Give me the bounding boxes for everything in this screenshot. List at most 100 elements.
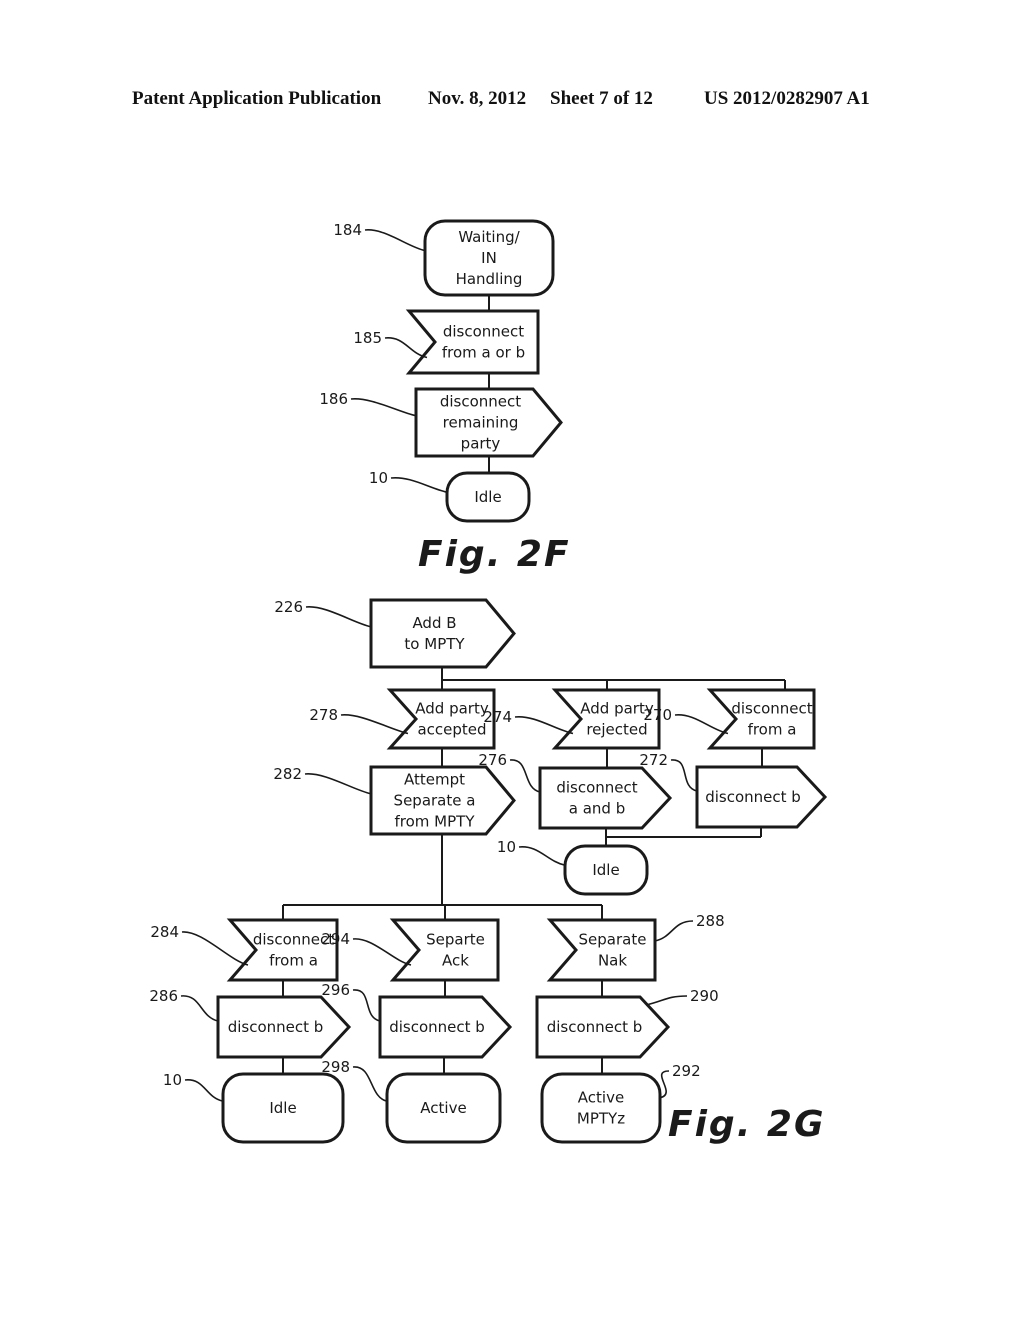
leader-line bbox=[180, 995, 219, 1022]
input-signal-box bbox=[226, 918, 339, 982]
leader-line bbox=[352, 1066, 388, 1102]
flowchart-diagram: Waiting/IN Handling 184 disconnect from a or… bbox=[149, 219, 828, 1145]
node-10-state: Idle 10 bbox=[369, 469, 531, 523]
node-label-line: Waiting/ bbox=[458, 228, 520, 246]
node-284-input: disconnectfrom a284 bbox=[150, 918, 339, 982]
reference-numeral: 272 bbox=[639, 751, 668, 769]
reference-numeral: 298 bbox=[321, 1058, 350, 1076]
leader-line bbox=[670, 759, 698, 792]
node-label-line: disconnect bbox=[443, 323, 524, 341]
output-signal-box bbox=[369, 598, 516, 669]
node-10-state: Idle 10 bbox=[497, 838, 649, 896]
leader-line bbox=[390, 477, 448, 493]
reference-numeral: 10 bbox=[163, 1071, 182, 1089]
node-label-line: Separate bbox=[579, 931, 647, 949]
node-286-output: disconnect b 286 bbox=[149, 987, 352, 1059]
node-label-line: disconnect b bbox=[705, 788, 801, 806]
node-label-line: Add party bbox=[415, 700, 489, 718]
reference-numeral: 290 bbox=[690, 987, 719, 1005]
node-label-line: remaining bbox=[443, 414, 519, 432]
leader-line bbox=[304, 773, 372, 795]
leader-line bbox=[509, 759, 541, 793]
node-label-line: from a bbox=[748, 721, 797, 739]
leader-line bbox=[654, 920, 694, 942]
leader-line bbox=[364, 229, 426, 252]
leader-line bbox=[352, 938, 412, 966]
reference-numeral: 226 bbox=[274, 598, 303, 616]
leader-line bbox=[514, 716, 574, 735]
node-185-input: disconnect from a or b 185 bbox=[353, 309, 540, 375]
figure-caption-2f: Fig. 2F bbox=[418, 534, 571, 575]
node-label-line: Handling bbox=[456, 270, 523, 288]
reference-numeral: 288 bbox=[696, 912, 725, 930]
node-label-line: Separate a bbox=[394, 792, 476, 810]
reference-numeral: 296 bbox=[321, 981, 350, 999]
input-signal-box bbox=[546, 918, 657, 982]
node-label-line: from a bbox=[269, 952, 318, 970]
node-296-output: disconnect b 296 bbox=[321, 981, 513, 1059]
node-270-input: disconnect from a 270 bbox=[643, 688, 816, 750]
node-label-line: rejected bbox=[586, 721, 647, 739]
reference-numeral: 278 bbox=[309, 706, 338, 724]
node-label-line: IN bbox=[481, 249, 497, 267]
node-226-output: Add B to MPTY 226 bbox=[274, 598, 516, 669]
leader-line bbox=[305, 606, 372, 628]
node-label-line: Idle bbox=[474, 488, 501, 506]
node-label-line: Idle bbox=[592, 861, 619, 879]
node-label-line: from a or b bbox=[442, 344, 525, 362]
leader-line bbox=[340, 714, 409, 735]
figure-caption-2g: Fig. 2G bbox=[668, 1104, 826, 1145]
node-label-line: Active bbox=[420, 1099, 466, 1117]
leader-line bbox=[184, 1079, 224, 1102]
node-186-output: disconnect remaining party 186 bbox=[319, 387, 563, 458]
node-label-line: to MPTY bbox=[404, 635, 465, 653]
reference-numeral: 282 bbox=[273, 765, 302, 783]
node-294-input: Separte Ack 294 bbox=[321, 918, 500, 982]
input-signal-box bbox=[405, 309, 540, 375]
node-label-line: disconnect bbox=[556, 779, 637, 797]
leader-line bbox=[350, 398, 417, 417]
node-290-output: disconnect b 290 bbox=[535, 987, 719, 1059]
node-278-input: Add party accepted 278 bbox=[309, 688, 496, 750]
node-label-line: disconnect bbox=[440, 393, 521, 411]
reference-numeral: 292 bbox=[672, 1062, 701, 1080]
node-label-line: Separte bbox=[426, 931, 485, 949]
node-288-input: Separate Nak 288 bbox=[546, 912, 725, 982]
node-label-line: a and b bbox=[569, 800, 625, 818]
leader-line bbox=[645, 995, 688, 1006]
leader-line bbox=[384, 337, 428, 359]
reference-numeral: 185 bbox=[353, 329, 382, 347]
node-label-line: disconnect b bbox=[547, 1018, 643, 1036]
reference-numeral: 10 bbox=[497, 838, 516, 856]
reference-numeral: 276 bbox=[478, 751, 507, 769]
node-label-line: Attempt bbox=[404, 771, 465, 789]
node-label-line: disconnect bbox=[731, 700, 812, 718]
node-label-line: disconnect b bbox=[228, 1018, 324, 1036]
node-label-line: Add B bbox=[412, 614, 456, 632]
node-label-line: party bbox=[461, 435, 501, 453]
reference-numeral: 10 bbox=[369, 469, 388, 487]
reference-numeral: 184 bbox=[333, 221, 362, 239]
node-10-state: Idle 10 bbox=[163, 1071, 345, 1144]
node-label-line: accepted bbox=[417, 721, 486, 739]
reference-numeral: 274 bbox=[483, 708, 512, 726]
node-274-input: Add partyrejected274 bbox=[483, 688, 661, 750]
reference-numeral: 286 bbox=[149, 987, 178, 1005]
node-label-line: Idle bbox=[269, 1099, 296, 1117]
node-282-output: Attempt Separate a from MPTY 282 bbox=[273, 765, 516, 836]
reference-numeral: 270 bbox=[643, 706, 672, 724]
node-184-state: Waiting/IN Handling 184 bbox=[333, 219, 555, 297]
leader-line bbox=[352, 989, 381, 1022]
node-label-line: disconnect b bbox=[389, 1018, 485, 1036]
node-label-line: MPTYz bbox=[577, 1110, 625, 1128]
leader-line bbox=[181, 931, 249, 966]
input-signal-box bbox=[389, 918, 500, 982]
node-label-line: Ack bbox=[442, 952, 469, 970]
reference-numeral: 284 bbox=[150, 923, 179, 941]
node-label-line: Nak bbox=[598, 952, 627, 970]
flowchart-nodes: Waiting/IN Handling 184 disconnect from a or… bbox=[149, 219, 828, 1144]
leader-line bbox=[674, 714, 729, 735]
reference-numeral: 186 bbox=[319, 390, 348, 408]
node-label-line: from MPTY bbox=[395, 813, 476, 831]
node-272-output: disconnect b 272 bbox=[639, 751, 828, 829]
